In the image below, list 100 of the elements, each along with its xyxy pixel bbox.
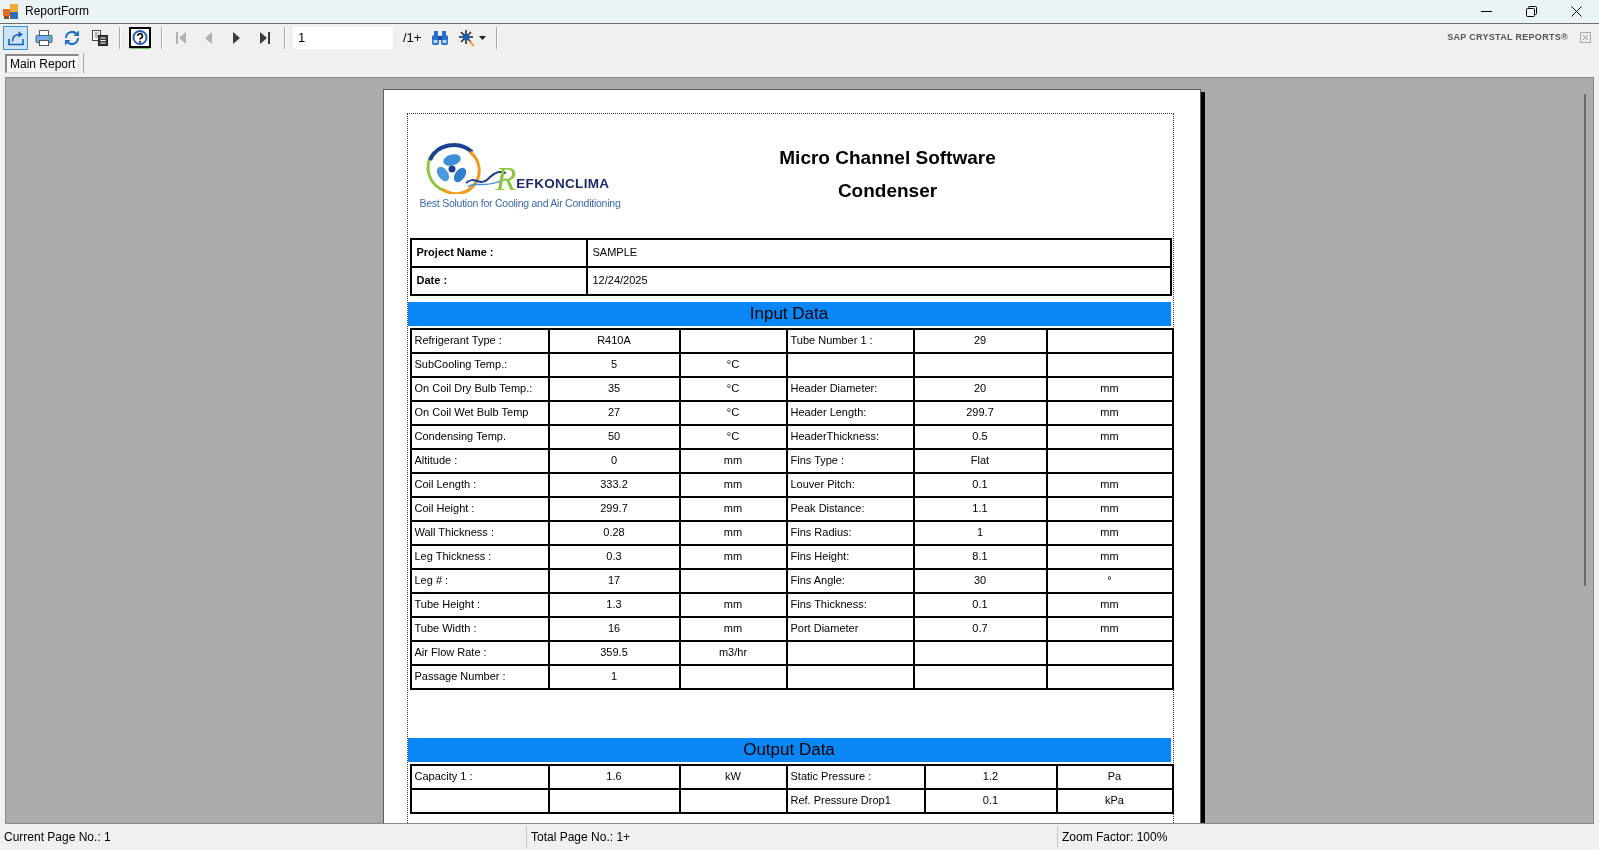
- parameter-value: 1.6: [548, 765, 680, 789]
- unit-label: mm: [679, 497, 787, 521]
- parameter-value: R410A: [548, 329, 680, 353]
- report-tab[interactable]: Main Report: [5, 53, 80, 73]
- unit-label: mm: [1046, 473, 1173, 497]
- parameter-value: 16: [548, 617, 680, 641]
- help-icon: [129, 26, 151, 49]
- parameter-label: Refrigerant Type :: [410, 329, 549, 353]
- parameter-label: Condensing Temp.: [410, 425, 549, 449]
- unit-label: Pa: [1056, 765, 1173, 789]
- parameter-label: Capacity 1 :: [410, 765, 549, 789]
- restore-icon: [1526, 6, 1537, 17]
- parameter-value: 0.5: [913, 425, 1047, 449]
- project-label: Date :: [410, 267, 587, 295]
- parameter-value: 30: [913, 569, 1047, 593]
- next-page-icon: [233, 31, 240, 44]
- parameter-value: 0.1: [924, 789, 1057, 813]
- parameter-value: 359.5: [548, 641, 680, 665]
- status-text: Total Page No.: 1+: [530, 829, 632, 845]
- unit-label: °C: [679, 425, 787, 449]
- parameter-label: Leg Thickness :: [410, 545, 549, 569]
- caret-icon: [479, 35, 487, 40]
- parameter-value: 0.7: [913, 617, 1047, 641]
- unit-label: mm: [1046, 617, 1173, 641]
- parameter-label: SubCooling Temp.:: [410, 353, 549, 377]
- project-label: Project Name :: [410, 239, 587, 267]
- parameter-value: 0.1: [913, 473, 1047, 497]
- printer-icon: [34, 28, 53, 47]
- parameter-label: Passage Number :: [410, 665, 549, 689]
- window-title: ReportForm: [25, 4, 89, 19]
- parameter-label: Header Length:: [786, 401, 914, 425]
- close-icon: [1580, 32, 1591, 43]
- parameter-value: 1: [913, 521, 1047, 545]
- unit-label: mm: [679, 521, 787, 545]
- parameter-label: Static Pressure :: [786, 765, 925, 789]
- section-header: Input Data: [407, 302, 1171, 326]
- help-panel-button[interactable]: [126, 25, 154, 50]
- page-count: /1+: [403, 29, 422, 46]
- unit-label: mm: [679, 593, 787, 617]
- status-text: Current Page No.: 1: [3, 829, 112, 845]
- parameter-label: Ref. Pressure Drop1: [786, 789, 925, 813]
- parameter-value: 299.7: [548, 497, 680, 521]
- parameter-label: On Coil Wet Bulb Temp: [410, 401, 549, 425]
- parameter-label: On Coil Dry Bulb Temp.:: [410, 377, 549, 401]
- parameter-label: Fins Type :: [786, 449, 914, 473]
- report-subtitle: Condenser: [836, 179, 939, 203]
- parameter-label: Tube Width :: [410, 617, 549, 641]
- parameter-value: 8.1: [913, 545, 1047, 569]
- parameter-value: 29: [913, 329, 1047, 353]
- parameter-label: Leg # :: [410, 569, 549, 593]
- parameter-label: Tube Number 1 :: [786, 329, 914, 353]
- unit-label: m3/hr: [679, 641, 787, 665]
- page-number-field[interactable]: 1: [293, 26, 393, 49]
- parameter-value: 1.2: [924, 765, 1057, 789]
- parameter-value: Flat: [913, 449, 1047, 473]
- refresh-icon: [62, 28, 81, 47]
- previous-page-icon: [205, 31, 212, 44]
- unit-label: mm: [1046, 425, 1173, 449]
- first-page-icon: [175, 31, 186, 44]
- unit-label: mm: [1046, 545, 1173, 569]
- unit-label: mm: [679, 617, 787, 641]
- logo-initial: R: [495, 164, 517, 194]
- logo-wordmark: EFKONCLIMA: [516, 176, 610, 190]
- unit-label: mm: [1046, 521, 1173, 545]
- parameter-value: 5: [548, 353, 680, 377]
- parameter-value: 20: [913, 377, 1047, 401]
- parameter-value: 0.1: [913, 593, 1047, 617]
- unit-label: mm: [679, 473, 787, 497]
- unit-label: mm: [1046, 497, 1173, 521]
- status-text: Zoom Factor: 100%: [1061, 829, 1168, 845]
- parameter-value: 1.3: [548, 593, 680, 617]
- project-value: SAMPLE: [586, 239, 1171, 267]
- parameter-value: 0.28: [548, 521, 680, 545]
- unit-label: °C: [679, 401, 787, 425]
- parameter-value: 0.3: [548, 545, 680, 569]
- section-header: Output Data: [407, 738, 1171, 762]
- scrollbar-thumb[interactable]: [1584, 94, 1586, 586]
- unit-label: kPa: [1056, 789, 1173, 813]
- parameter-label: Altitude :: [410, 449, 549, 473]
- parameter-value: 1.1: [913, 497, 1047, 521]
- last-page-icon: [259, 31, 270, 44]
- parameter-label: Port Diameter: [786, 617, 914, 641]
- export-button[interactable]: [3, 25, 28, 50]
- parameter-value: 1: [548, 665, 680, 689]
- app-icon: [3, 4, 18, 19]
- parameter-value: 299.7: [913, 401, 1047, 425]
- parameter-label: Coil Length :: [410, 473, 549, 497]
- report-title: Micro Channel Software: [778, 146, 997, 170]
- parameter-label: Wall Thickness :: [410, 521, 549, 545]
- unit-label: °: [1046, 569, 1173, 593]
- unit-label: kW: [679, 765, 787, 789]
- parameter-label: Air Flow Rate :: [410, 641, 549, 665]
- parameter-value: 35: [548, 377, 680, 401]
- unit-label: °C: [679, 377, 787, 401]
- parameter-label: HeaderThickness:: [786, 425, 914, 449]
- unit-label: mm: [1046, 401, 1173, 425]
- documents-icon: [90, 28, 109, 47]
- sparkle-icon: [458, 28, 477, 47]
- unit-label: °C: [679, 353, 787, 377]
- parameter-label: Fins Height:: [786, 545, 914, 569]
